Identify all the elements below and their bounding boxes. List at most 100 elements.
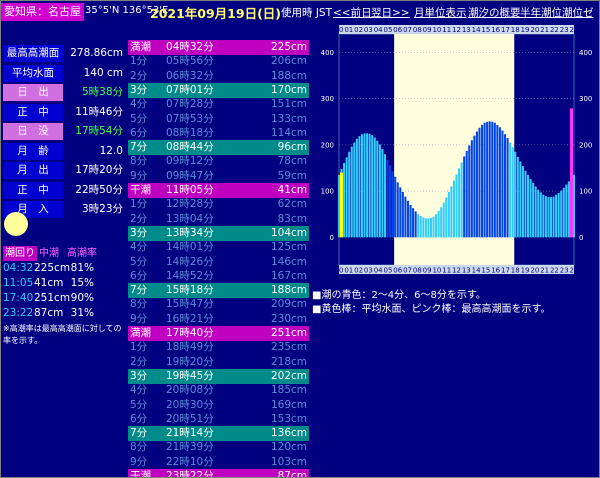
tide-window: 愛知県：名古屋 35°5'N 136°53'E 2021年09月19日(日) 使…	[0, 0, 600, 478]
x-tick-label-top: 00	[335, 26, 344, 34]
tide-bar	[373, 137, 376, 238]
x-tick-label-top: 12	[452, 26, 461, 34]
tide-row-time: 13時34分	[166, 226, 214, 239]
tide-row-level: 120cm	[270, 441, 307, 454]
tide-row-name: 8分	[130, 155, 148, 168]
tide-row-time: 06時32分	[166, 69, 214, 82]
date-title: 2021年09月19日(日)	[150, 6, 282, 21]
tide-row-name: 満潮	[130, 41, 151, 53]
summary-level: 87cm	[34, 307, 64, 319]
tide-row-time: 19時45分	[166, 369, 214, 382]
tide-table-row: 干潮 11時05分 41cm	[128, 183, 309, 198]
tide-bar	[399, 187, 402, 238]
x-tick-label-top: 02	[354, 26, 363, 34]
stat-label: 日 没	[3, 123, 63, 140]
tide-bar	[452, 180, 455, 238]
tide-row-level: 146cm	[270, 255, 307, 268]
x-tick-label-bottom: 15	[481, 267, 490, 275]
tide-table-row: 3分 13時34分 104cm	[128, 225, 309, 241]
tide-summary-row: 04:32 225cm 81%	[1, 261, 126, 276]
tide-bar	[483, 122, 486, 238]
stat-value: 11時46分	[75, 105, 123, 118]
tide-bar	[343, 162, 346, 238]
tide-row-time: 17時40分	[166, 327, 214, 339]
x-tick-label-top: 05	[383, 26, 392, 34]
tide-bar	[440, 207, 443, 238]
summary-time: 17:40	[3, 292, 34, 304]
tide-row-name: 1分	[130, 55, 148, 68]
tide-bar	[381, 149, 384, 238]
tide-table-row: 6分 14時52分 167cm	[128, 269, 309, 284]
tide-table-row: 満潮 17時40分 251cm	[128, 326, 309, 341]
x-tick-label-bottom: 00	[335, 267, 344, 275]
tide-table-row: 7分 15時18分 188cm	[128, 283, 309, 299]
tide-row-level: 103cm	[270, 455, 307, 468]
stat-label: 平均水面	[3, 64, 63, 82]
tide-row-level: 206cm	[270, 55, 307, 68]
tide-row-name: 5分	[130, 255, 148, 268]
tide-summary-link[interactable]: 潮汐の概要	[468, 5, 521, 20]
chart-caption-bars: ■黄色棒：平均水面、ピンク棒：最高高潮面を示す。	[312, 304, 551, 315]
legend-tide-rate: 高潮率	[67, 248, 97, 259]
tide-bar	[396, 182, 399, 238]
location-label[interactable]: 愛知県：名古屋	[1, 3, 84, 21]
tide-table-row: 6分 08時18分 114cm	[128, 126, 309, 141]
tide-row-name: 8分	[130, 298, 148, 311]
tide-bar	[552, 196, 555, 238]
tide-row-name: 1分	[130, 341, 148, 354]
tide-bar	[496, 125, 499, 238]
tide-bar	[401, 192, 404, 238]
next-day-link[interactable]: 翌日>>	[371, 5, 410, 20]
tide-row-level: 87cm	[277, 470, 307, 478]
tide-row-time: 07時01分	[166, 83, 214, 96]
tide-row-level: 230cm	[270, 312, 307, 325]
tide-row-name: 3分	[130, 226, 148, 239]
x-tick-label-bottom: 18	[511, 267, 520, 275]
legend-full-tide: 潮回り	[3, 246, 37, 261]
tide-bar	[549, 197, 553, 238]
tide-bar	[389, 165, 392, 238]
half-year-link[interactable]: 半年潮位	[520, 5, 562, 20]
stat-label: 月 齢	[3, 142, 63, 160]
tide-bar	[491, 121, 494, 238]
monthly-view-link[interactable]: 月単位表示	[414, 5, 467, 20]
tide-row-level: 104cm	[270, 226, 307, 239]
x-tick-label-top: 07	[403, 26, 412, 34]
tide-row-time: 20時30分	[166, 398, 214, 411]
stat-row: 最高高潮面 278.86cm	[1, 44, 126, 63]
stat-label: 正 中	[3, 181, 63, 199]
tide-row-name: 4分	[130, 384, 148, 397]
x-tick-label-bottom: 13	[462, 267, 471, 275]
tide-bar	[337, 174, 341, 238]
tide-row-name: 4分	[130, 241, 148, 254]
tide-table-row: 9分 22時10分 103cm	[128, 455, 309, 470]
tide-row-name: 6分	[130, 126, 148, 139]
stat-value: 17時54分	[75, 125, 123, 137]
tide-table-row: 1分 12時28分 62cm	[128, 197, 309, 212]
tide-row-name: 5分	[130, 398, 148, 411]
tide-row-time: 16時21分	[166, 312, 214, 325]
tide-row-name: 3分	[130, 83, 148, 96]
tide-row-time: 07時28分	[166, 98, 214, 111]
mean-level-bar	[340, 172, 343, 238]
tide-row-level: 209cm	[270, 298, 307, 311]
x-tick-label-bottom: 03	[364, 267, 373, 275]
tide-row-level: 151cm	[270, 98, 307, 111]
x-tick-label-bottom: 06	[393, 267, 402, 275]
prev-day-link[interactable]: <<前日	[333, 5, 372, 20]
tide-row-time: 08時18分	[166, 126, 214, 139]
tide-bar	[488, 121, 491, 238]
y-tick-label: 100	[321, 188, 334, 196]
tide-row-time: 20時08分	[166, 384, 214, 397]
tide-table-row: 1分 05時56分 206cm	[128, 54, 309, 69]
tide-bar	[470, 140, 473, 238]
tide-row-level: 96cm	[277, 141, 307, 154]
tide-bar	[539, 192, 542, 238]
stat-value: 17時20分	[75, 164, 123, 176]
x-tick-label-top: 23	[560, 26, 569, 34]
tide-row-name: 満潮	[130, 327, 151, 339]
tide-bar	[460, 162, 463, 238]
tide-row-name: 2分	[130, 69, 148, 82]
x-tick-label-top: 01	[344, 26, 353, 34]
x-tick-label-bottom: 09	[423, 267, 432, 275]
